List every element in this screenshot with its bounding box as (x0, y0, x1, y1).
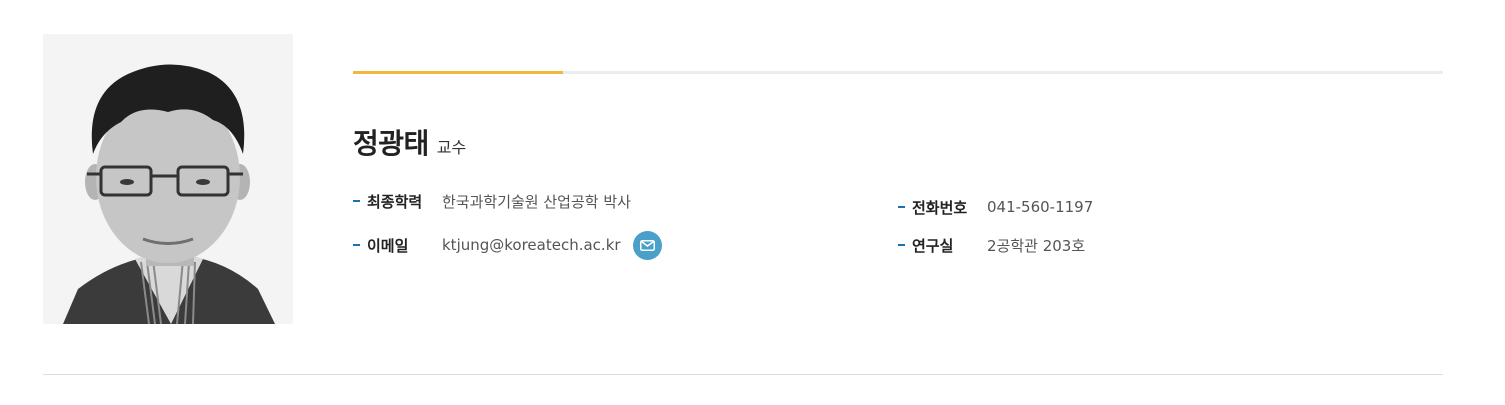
profile-photo (43, 34, 293, 324)
header-rule-accent (353, 71, 563, 74)
office-label: 연구실 (912, 236, 954, 255)
phone-label: 전화번호 (912, 198, 968, 217)
email-row: 이메일 ktjung@koreatech.ac.kr (353, 230, 662, 260)
send-email-button[interactable] (632, 230, 662, 260)
education-row: 최종학력 한국과학기술원 산업공학 박사 (353, 189, 631, 213)
phone-row: 전화번호 041-560-1197 (898, 195, 1093, 219)
bottom-divider (43, 374, 1443, 375)
professor-name: 정광태 (353, 127, 429, 160)
education-value: 한국과학기술원 산업공학 박사 (442, 192, 631, 211)
email-value[interactable]: ktjung@koreatech.ac.kr (442, 236, 621, 254)
name-heading: 정광태 교수 (353, 122, 467, 160)
email-label: 이메일 (367, 236, 409, 255)
mail-icon (639, 239, 655, 251)
bullet-dash (898, 244, 905, 246)
professor-title: 교수 (436, 138, 467, 157)
office-row: 연구실 2공학관 203호 (898, 233, 1085, 257)
header-rule (353, 71, 1443, 74)
phone-value: 041-560-1197 (987, 198, 1094, 216)
bullet-dash (898, 206, 905, 208)
faculty-profile-card: 정광태 교수 최종학력 한국과학기술원 산업공학 박사 이메일 ktjung@k… (0, 0, 1505, 405)
bullet-dash (353, 200, 360, 202)
education-label: 최종학력 (367, 192, 423, 211)
bullet-dash (353, 244, 360, 246)
office-value: 2공학관 203호 (987, 236, 1086, 255)
portrait-illustration (43, 34, 293, 324)
